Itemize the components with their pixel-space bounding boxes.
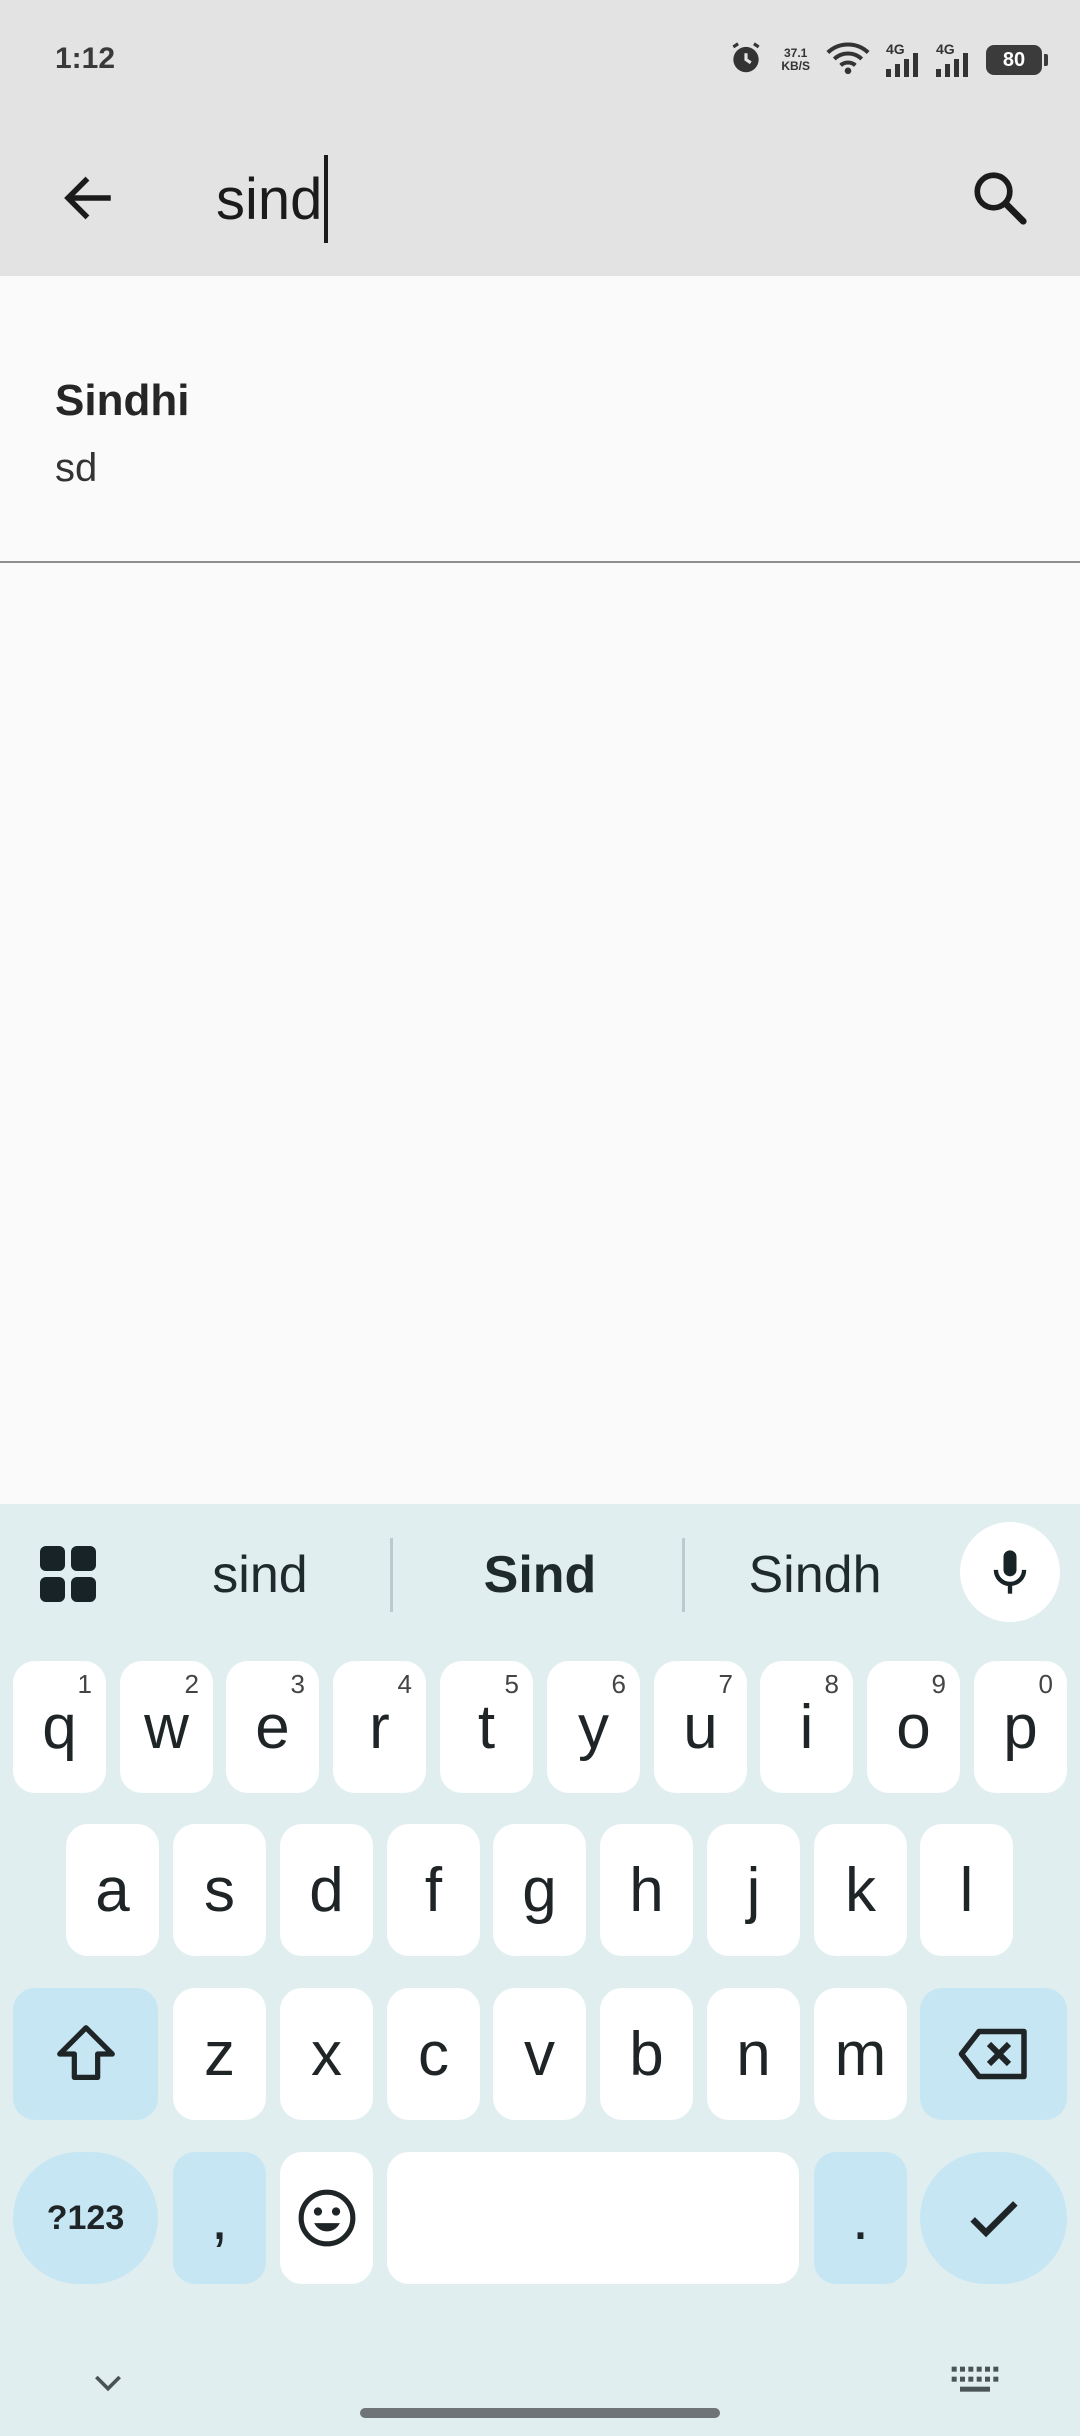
- suggestion-1[interactable]: sind: [140, 1540, 380, 1610]
- text-cursor: [324, 155, 329, 243]
- key-x[interactable]: x: [280, 1988, 373, 2120]
- key-label: t: [477, 1692, 496, 1762]
- key-g[interactable]: g: [493, 1824, 586, 1956]
- key-c[interactable]: c: [387, 1988, 480, 2120]
- key-label: u: [683, 1692, 718, 1762]
- key-b[interactable]: b: [600, 1988, 693, 2120]
- period-key[interactable]: .: [814, 2152, 907, 2284]
- key-hint: 9: [931, 1669, 946, 1699]
- home-indicator[interactable]: [360, 2408, 720, 2418]
- voice-input-button[interactable]: [960, 1522, 1060, 1622]
- key-n[interactable]: n: [707, 1988, 800, 2120]
- status-bar: 1:12 37.1 KB/S 4G 4G 80: [0, 0, 1080, 120]
- keyboard-menu-button[interactable]: [38, 1544, 98, 1604]
- key-label: w: [144, 1692, 189, 1762]
- key-hint: 2: [184, 1669, 199, 1699]
- key-hint: 3: [290, 1669, 305, 1699]
- key-hint: 1: [77, 1669, 92, 1699]
- hide-keyboard-button[interactable]: [88, 2362, 128, 2407]
- shift-key[interactable]: [13, 1988, 158, 2120]
- language-result-item[interactable]: Sindhi sd: [0, 276, 1080, 563]
- key-a[interactable]: a: [66, 1824, 159, 1956]
- key-t[interactable]: t5: [440, 1661, 533, 1793]
- suggestion-divider: [390, 1538, 393, 1612]
- key-k[interactable]: k: [814, 1824, 907, 1956]
- key-o[interactable]: o9: [867, 1661, 960, 1793]
- network-speed-unit: KB/S: [781, 59, 810, 73]
- search-icon: [974, 172, 1027, 225]
- alarm-icon: [727, 39, 765, 82]
- status-icons: 37.1 KB/S 4G 4G 80: [727, 36, 1048, 84]
- key-p[interactable]: p0: [974, 1661, 1067, 1793]
- comma-key[interactable]: ,: [173, 2152, 266, 2284]
- key-i[interactable]: i8: [760, 1661, 853, 1793]
- search-input[interactable]: sind: [216, 154, 329, 244]
- signal-bars-icon: [936, 52, 968, 77]
- key-w[interactable]: w2: [120, 1661, 213, 1793]
- key-m[interactable]: m: [814, 1988, 907, 2120]
- search-query: sind: [216, 166, 323, 232]
- network-speed: 37.1 KB/S: [781, 47, 810, 73]
- key-q[interactable]: q1: [13, 1661, 106, 1793]
- key-r[interactable]: r4: [333, 1661, 426, 1793]
- suggestion-2[interactable]: Sind: [420, 1540, 660, 1610]
- key-hint: 8: [824, 1669, 839, 1699]
- key-hint: 0: [1038, 1669, 1053, 1699]
- key-label: p: [1003, 1692, 1038, 1762]
- switch-keyboard-button[interactable]: [950, 2362, 1000, 2403]
- search-app-bar: sind: [0, 120, 1080, 276]
- key-hint: 6: [611, 1669, 626, 1699]
- wifi-icon: [826, 41, 870, 80]
- key-hint: 5: [504, 1669, 519, 1699]
- signal-1: 4G: [886, 41, 920, 80]
- key-z[interactable]: z: [173, 1988, 266, 2120]
- emoji-key[interactable]: [280, 2152, 373, 2284]
- search-button[interactable]: [960, 158, 1040, 238]
- keyboard-icon: [951, 2366, 999, 2392]
- grid-icon: [40, 1546, 96, 1602]
- microphone-icon: [993, 1550, 1027, 1594]
- on-screen-keyboard: sind Sind Sindh q1 w2 e3 r4 t5 y6 u7 i8 …: [0, 1504, 1080, 2436]
- key-l[interactable]: l: [920, 1824, 1013, 1956]
- key-f[interactable]: f: [387, 1824, 480, 1956]
- key-hint: 4: [397, 1669, 412, 1699]
- shift-icon: [56, 2025, 115, 2080]
- chevron-down-icon: [95, 2375, 121, 2392]
- checkmark-icon: [969, 2201, 1018, 2238]
- key-label: r: [369, 1692, 390, 1762]
- key-j[interactable]: j: [707, 1824, 800, 1956]
- backspace-icon: [958, 2028, 1027, 2080]
- suggestion-3[interactable]: Sindh: [700, 1540, 930, 1610]
- key-label: e: [255, 1692, 290, 1762]
- key-label: i: [799, 1692, 814, 1762]
- emoji-icon: [298, 2189, 355, 2247]
- suggestion-divider: [682, 1538, 685, 1612]
- language-code: sd: [55, 446, 98, 490]
- signal-bars-icon: [886, 52, 918, 77]
- key-hint: 7: [718, 1669, 733, 1699]
- key-v[interactable]: v: [493, 1988, 586, 2120]
- key-label: y: [578, 1692, 609, 1762]
- key-e[interactable]: e3: [226, 1661, 319, 1793]
- backspace-key[interactable]: [920, 1988, 1067, 2120]
- key-label: o: [896, 1692, 931, 1762]
- suggestion-strip: sind Sind Sindh: [0, 1504, 1080, 1638]
- key-y[interactable]: y6: [547, 1661, 640, 1793]
- enter-key[interactable]: [920, 2152, 1067, 2284]
- language-name: Sindhi: [55, 376, 190, 425]
- arrow-left-icon: [64, 176, 111, 220]
- status-time: 1:12: [55, 42, 116, 75]
- signal-2: 4G: [936, 41, 970, 80]
- key-label: q: [42, 1692, 77, 1762]
- space-key[interactable]: [387, 2152, 799, 2284]
- battery-indicator: 80: [986, 45, 1048, 75]
- back-button[interactable]: [48, 158, 128, 238]
- key-u[interactable]: u7: [654, 1661, 747, 1793]
- key-s[interactable]: s: [173, 1824, 266, 1956]
- key-d[interactable]: d: [280, 1824, 373, 1956]
- key-h[interactable]: h: [600, 1824, 693, 1956]
- symbols-key[interactable]: ?123: [13, 2152, 158, 2284]
